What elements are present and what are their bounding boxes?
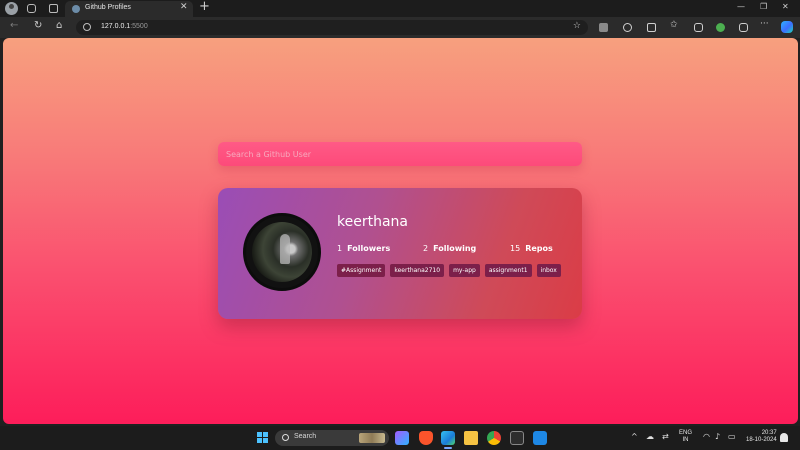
tab-close-icon[interactable]: ✕ <box>180 2 188 12</box>
taskbar-search-label: Search <box>294 433 317 440</box>
followers-label: Followers <box>347 244 391 253</box>
address-bar[interactable]: 127.0.0.1:5500 ☆ <box>76 20 588 35</box>
extension-icon[interactable] <box>599 23 608 32</box>
browser-essentials-icon[interactable] <box>716 23 725 32</box>
taskbar: Search ^ ☁ ⇄ ENG IN ◠ ♪ ▭ 20:37 18-10-20… <box>0 426 800 450</box>
profile-avatar-icon[interactable] <box>5 2 18 15</box>
show-hidden-icons-chevron-icon[interactable]: ^ <box>631 432 638 441</box>
page-viewport: keerthana 1Followers 2Following 15Repos … <box>3 38 798 424</box>
following-label: Following <box>433 244 477 253</box>
repos-stat: 15 Repos <box>510 244 553 253</box>
search-icon <box>282 434 289 441</box>
workspaces-icon[interactable] <box>27 4 36 13</box>
repo-link[interactable]: inbox <box>536 264 561 277</box>
followers-count: 1 <box>337 244 343 253</box>
restore-icon[interactable]: ❐ <box>760 2 767 11</box>
repo-link[interactable]: #Assignment <box>337 264 386 277</box>
reload-icon[interactable]: ↻ <box>34 20 42 31</box>
search-input[interactable] <box>218 142 582 166</box>
following-stat: 2 Following <box>423 244 476 253</box>
profile-username: keerthana <box>337 214 408 230</box>
refresh-extension-icon[interactable] <box>623 23 632 32</box>
edge-browser-icon[interactable] <box>441 431 455 449</box>
tab-title: Github Profiles <box>85 4 131 11</box>
network-sync-icon[interactable]: ⇄ <box>662 432 669 441</box>
file-explorer-icon[interactable] <box>464 431 478 445</box>
copilot-app-icon[interactable] <box>395 431 409 445</box>
tab-favicon-icon <box>72 5 80 13</box>
more-menu-icon[interactable]: ··· <box>760 19 769 29</box>
tab-actions-icon[interactable] <box>49 4 58 13</box>
vscode-icon[interactable] <box>533 431 547 445</box>
repo-link[interactable]: my-app <box>449 264 480 277</box>
collections-icon[interactable] <box>694 23 703 32</box>
repos-count: 15 <box>510 244 521 253</box>
favorite-star-icon[interactable]: ☆ <box>573 21 581 31</box>
minimize-icon[interactable]: — <box>737 2 745 11</box>
system-clock[interactable]: 20:37 18-10-2024 <box>746 430 777 444</box>
start-menu-icon[interactable] <box>257 432 268 443</box>
terminal-icon[interactable] <box>510 431 524 445</box>
profile-card: keerthana 1 Followers 2 Following 15 Repos … <box>218 188 582 319</box>
browser-toolbar: ← ↻ ⌂ 127.0.0.1:5500 ☆ ✩ ··· <box>0 17 800 38</box>
repo-list: #Assignment keerthana2710 my-app assignm… <box>337 264 561 277</box>
repos-label: Repos <box>525 244 553 253</box>
favorites-icon[interactable]: ✩ <box>670 20 679 30</box>
repo-link[interactable]: keerthana2710 <box>390 264 445 277</box>
onedrive-icon[interactable]: ☁ <box>646 432 654 441</box>
home-icon[interactable]: ⌂ <box>56 20 62 31</box>
back-icon[interactable]: ← <box>10 20 18 31</box>
repo-link[interactable]: assignment1 <box>484 264 532 277</box>
copilot-icon[interactable] <box>781 21 793 33</box>
browser-tab-strip: Github Profiles ✕ + — ❐ ✕ <box>0 0 800 17</box>
followers-stat: 1 Followers <box>337 244 390 253</box>
chrome-browser-icon[interactable] <box>487 431 501 445</box>
site-info-icon[interactable] <box>83 23 91 31</box>
volume-icon[interactable]: ♪ <box>715 432 720 441</box>
following-count: 2 <box>423 244 429 253</box>
notification-bell-icon[interactable] <box>780 433 788 442</box>
search-highlight-image <box>359 433 385 443</box>
downloads-icon[interactable] <box>739 23 748 32</box>
avatar <box>243 213 321 291</box>
wifi-icon[interactable]: ◠ <box>703 432 710 441</box>
language-indicator[interactable]: ENG IN <box>679 430 692 444</box>
battery-icon[interactable]: ▭ <box>728 432 736 441</box>
split-screen-icon[interactable] <box>647 23 656 32</box>
window-close-icon[interactable]: ✕ <box>782 2 789 11</box>
new-tab-icon[interactable]: + <box>199 0 210 14</box>
url-text: 127.0.0.1:5500 <box>101 23 148 30</box>
browser-tab[interactable]: Github Profiles ✕ <box>65 1 193 17</box>
taskbar-search[interactable]: Search <box>275 430 389 446</box>
brave-browser-icon[interactable] <box>419 431 433 445</box>
